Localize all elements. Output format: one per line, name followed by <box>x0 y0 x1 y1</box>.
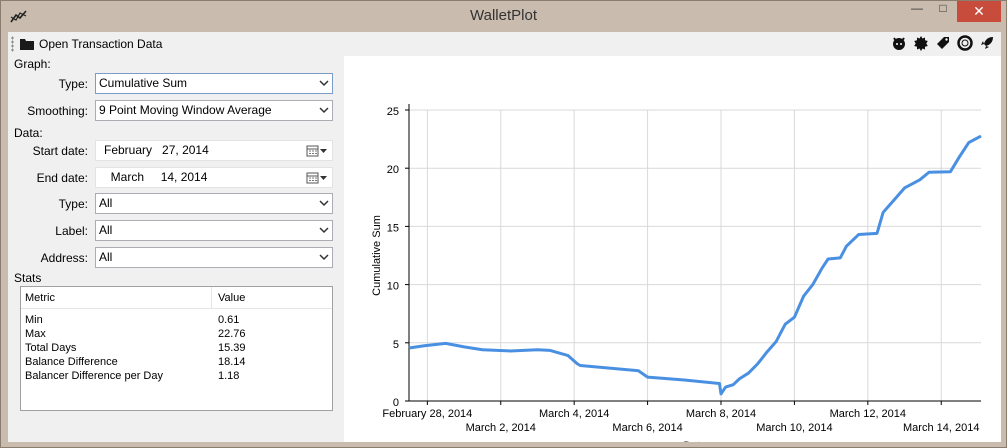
graph-section-label: Graph: <box>14 57 51 71</box>
y-tick-label: 10 <box>387 281 399 293</box>
open-transaction-data-label: Open Transaction Data <box>39 37 163 51</box>
stats-table[interactable]: Metric Value Min 0.61 Max 22.76 Total Da… <box>20 286 333 411</box>
chevron-down-icon <box>319 107 329 114</box>
metric-column-header[interactable]: Metric <box>25 292 55 304</box>
start-date-picker[interactable]: February 27, 2014 <box>95 140 333 161</box>
start-date-rest: 27, 2014 <box>162 143 209 157</box>
x-tick-label: March 12, 2014 <box>830 408 906 420</box>
y-tick-label: 5 <box>393 339 399 351</box>
value-cell: 15.39 <box>218 342 246 354</box>
graph-type-value: Cumulative Sum <box>99 76 188 90</box>
toolbar-icons <box>891 35 995 51</box>
table-row[interactable]: Min 0.61 <box>21 314 332 328</box>
end-date-month: March <box>110 170 145 184</box>
end-date-rest: 14, 2014 <box>160 170 208 184</box>
calendar-dropdown-icon[interactable] <box>306 144 328 158</box>
x-tick-label: March 10, 2014 <box>756 422 832 434</box>
address-filter-select[interactable]: All <box>95 247 333 268</box>
x-tick-label: March 2, 2014 <box>466 422 536 434</box>
calendar-dropdown-icon[interactable] <box>306 171 328 185</box>
x-tick-label: March 6, 2014 <box>612 422 682 434</box>
start-date-label: Start date: <box>32 144 88 158</box>
x-tick-label: March 8, 2014 <box>686 408 756 420</box>
title-bar[interactable]: WalletPlot — □ ✕ <box>1 1 1006 31</box>
rocket-icon[interactable] <box>979 35 995 51</box>
x-tick-label: March 14, 2014 <box>903 422 979 434</box>
type-filter-label: Type: <box>58 197 88 211</box>
y-tick-label: 20 <box>387 164 399 176</box>
client-area: Open Transaction Data Graph: Type: Cumul… <box>8 32 1001 442</box>
lifebuoy-icon[interactable] <box>957 35 973 51</box>
metric-cell: Balancer Difference per Day <box>25 370 163 382</box>
type-filter-select[interactable]: All <box>95 193 333 214</box>
toolbar: Open Transaction Data <box>8 32 1001 56</box>
x-tick-label: March 4, 2014 <box>539 408 609 420</box>
chevron-down-icon <box>319 200 329 207</box>
stats-table-header: Metric Value <box>21 287 332 309</box>
chevron-down-icon <box>319 80 329 87</box>
metric-cell: Balance Difference <box>25 356 118 368</box>
app-window: WalletPlot — □ ✕ Open Transaction Data G… <box>0 0 1007 448</box>
smoothing-value: 9 Point Moving Window Average <box>99 103 272 117</box>
x-axis-label: Date <box>683 440 706 442</box>
table-row[interactable]: Balance Difference 18.14 <box>21 356 332 370</box>
chevron-down-icon <box>319 227 329 234</box>
address-filter-value: All <box>99 250 113 264</box>
toolbar-grip[interactable] <box>11 36 14 52</box>
metric-cell: Max <box>25 328 46 340</box>
value-column-header[interactable]: Value <box>218 292 245 304</box>
graph-type-select[interactable]: Cumulative Sum <box>95 73 333 94</box>
tag-icon[interactable] <box>935 35 951 51</box>
label-filter-label: Label: <box>55 224 88 238</box>
label-filter-value: All <box>99 223 113 237</box>
settings-panel: Graph: Type: Cumulative Sum Smoothing: 9… <box>8 56 343 442</box>
x-tick-label: February 28, 2014 <box>382 408 472 420</box>
end-date-picker[interactable]: March 14, 2014 <box>95 167 333 188</box>
metric-cell: Total Days <box>25 342 77 354</box>
value-cell: 18.14 <box>218 356 246 368</box>
y-tick-label: 25 <box>387 106 399 118</box>
address-filter-label: Address: <box>40 251 88 265</box>
table-row[interactable]: Total Days 15.39 <box>21 342 332 356</box>
cumulative-sum-chart: 0510152025February 28, 2014March 2, 2014… <box>371 104 982 442</box>
type-filter-value: All <box>99 196 113 210</box>
maximize-button[interactable]: □ <box>931 1 955 22</box>
metric-cell: Min <box>25 314 43 326</box>
close-button[interactable]: ✕ <box>957 1 1001 22</box>
start-date-month: February <box>104 143 153 157</box>
graph-type-label: Type: <box>58 77 88 91</box>
table-row[interactable]: Max 22.76 <box>21 328 332 342</box>
series-line <box>408 134 982 396</box>
chevron-down-icon <box>319 254 329 261</box>
smoothing-label: Smoothing: <box>27 104 88 118</box>
table-row[interactable]: Balancer Difference per Day 1.18 <box>21 370 332 384</box>
bug-icon[interactable] <box>913 35 929 51</box>
label-filter-select[interactable]: All <box>95 220 333 241</box>
data-section-label: Data: <box>14 126 43 140</box>
end-date-label: End date: <box>36 171 88 185</box>
stats-section-label: Stats <box>14 271 42 285</box>
value-cell: 22.76 <box>218 328 246 340</box>
window-title: WalletPlot <box>470 7 537 24</box>
y-axis-label: Cumulative Sum <box>371 215 383 296</box>
value-cell: 1.18 <box>218 370 240 382</box>
github-icon[interactable] <box>891 35 907 51</box>
folder-icon <box>20 39 34 50</box>
column-divider[interactable] <box>211 287 212 309</box>
chart-panel: 0 5 10 15 20 25 February 28, 2014 March 2, 2014… <box>344 56 1001 442</box>
value-cell: 0.61 <box>218 314 240 326</box>
smoothing-select[interactable]: 9 Point Moving Window Average <box>95 100 333 121</box>
minimize-button[interactable]: — <box>905 1 929 22</box>
y-tick-label: 15 <box>387 222 399 234</box>
open-transaction-data-button[interactable]: Open Transaction Data <box>19 35 162 53</box>
